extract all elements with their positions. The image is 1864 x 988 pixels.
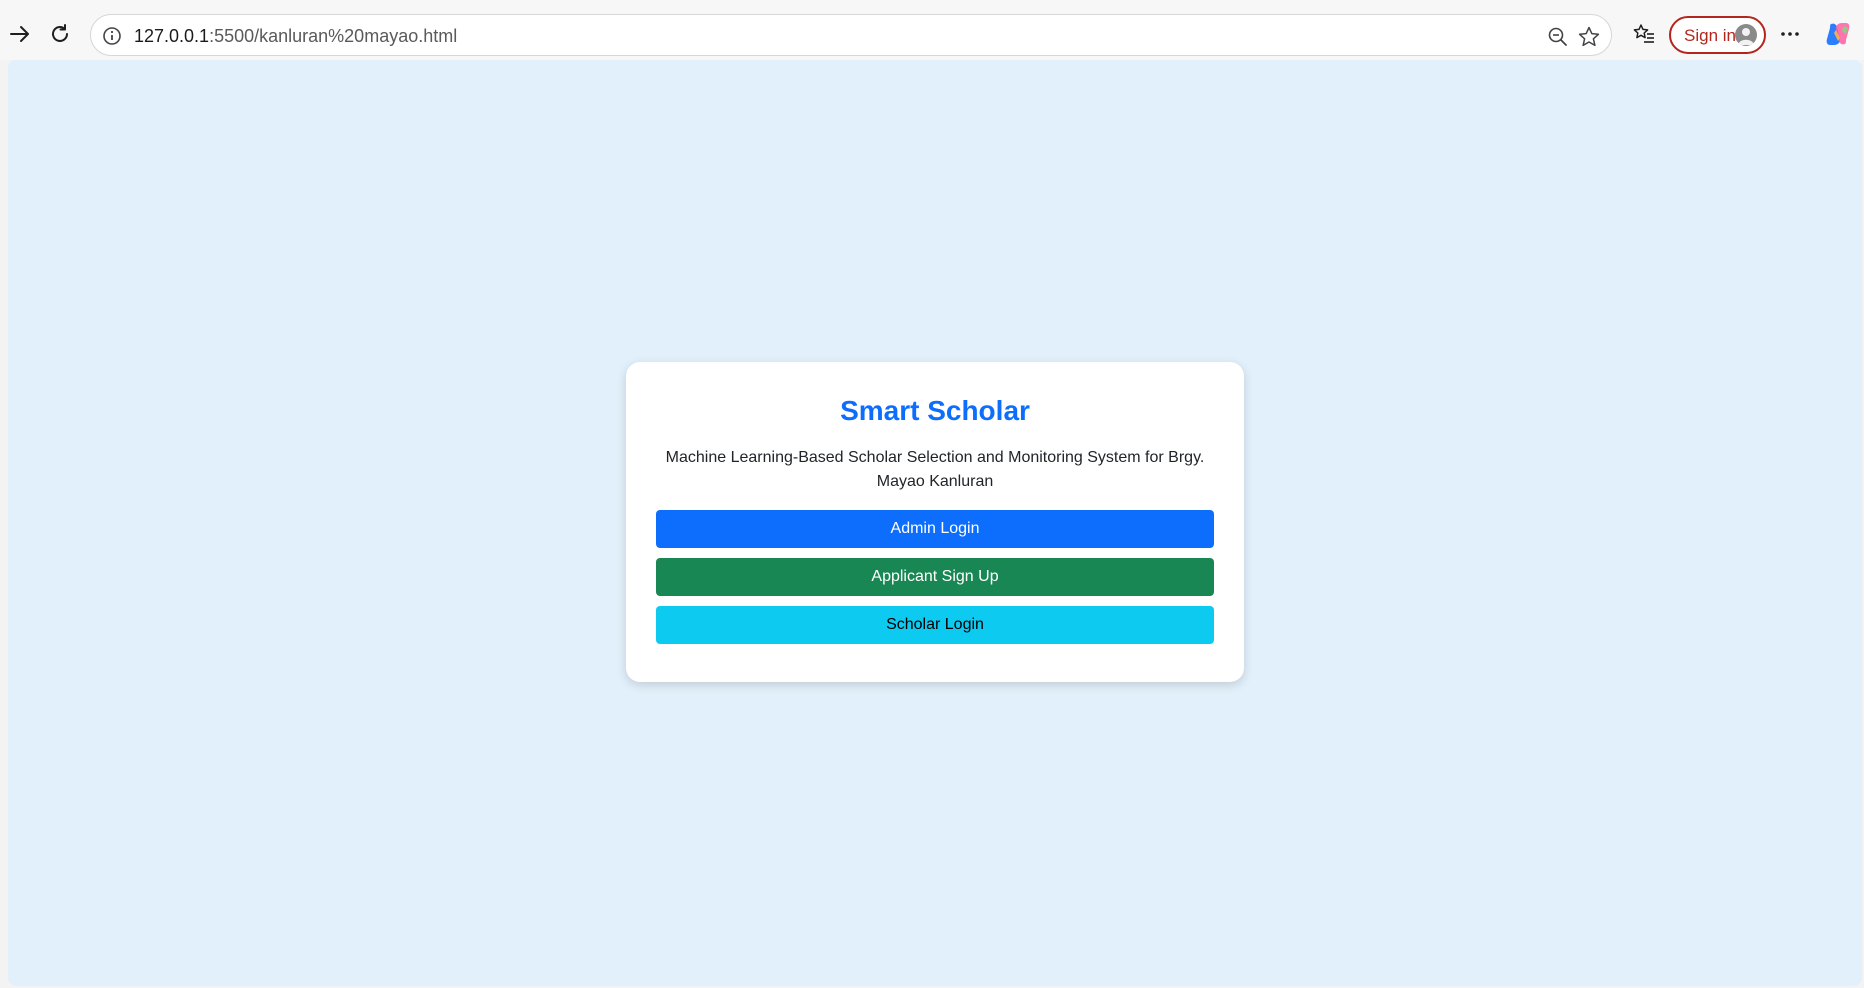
url-host: 127.0.0.1: [134, 26, 210, 46]
favorites-icon[interactable]: [1624, 14, 1664, 54]
forward-arrow-icon[interactable]: [0, 14, 40, 54]
welcome-card: Smart Scholar Machine Learning-Based Sch…: [626, 362, 1244, 682]
scholar-login-button[interactable]: Scholar Login: [656, 606, 1214, 644]
url-text[interactable]: 127.0.0.1:5500/kanluran%20mayao.html: [134, 26, 457, 46]
sign-in-label: Sign in: [1684, 26, 1736, 45]
sign-in-button[interactable]: Sign in: [1669, 16, 1766, 54]
avatar-icon: [1735, 24, 1757, 46]
admin-login-button[interactable]: Admin Login: [656, 510, 1214, 548]
system-description: Machine Learning-Based Scholar Selection…: [665, 449, 1205, 490]
zoom-out-icon[interactable]: [1546, 25, 1570, 49]
address-bar[interactable]: 127.0.0.1:5500/kanluran%20mayao.html: [90, 14, 1612, 56]
applicant-sign-up-button[interactable]: Applicant Sign Up: [656, 558, 1214, 596]
copilot-icon[interactable]: [1818, 14, 1858, 54]
browser-toolbar: 127.0.0.1:5500/kanluran%20mayao.html Sig…: [0, 0, 1864, 60]
url-path: :5500/kanluran%20mayao.html: [209, 26, 458, 46]
page-viewport: Smart Scholar Machine Learning-Based Sch…: [8, 60, 1862, 986]
more-icon[interactable]: [1770, 14, 1810, 54]
page-title: Smart Scholar: [840, 395, 1030, 426]
info-icon[interactable]: [101, 25, 123, 47]
star-icon[interactable]: [1577, 25, 1601, 49]
refresh-icon[interactable]: [40, 14, 80, 54]
